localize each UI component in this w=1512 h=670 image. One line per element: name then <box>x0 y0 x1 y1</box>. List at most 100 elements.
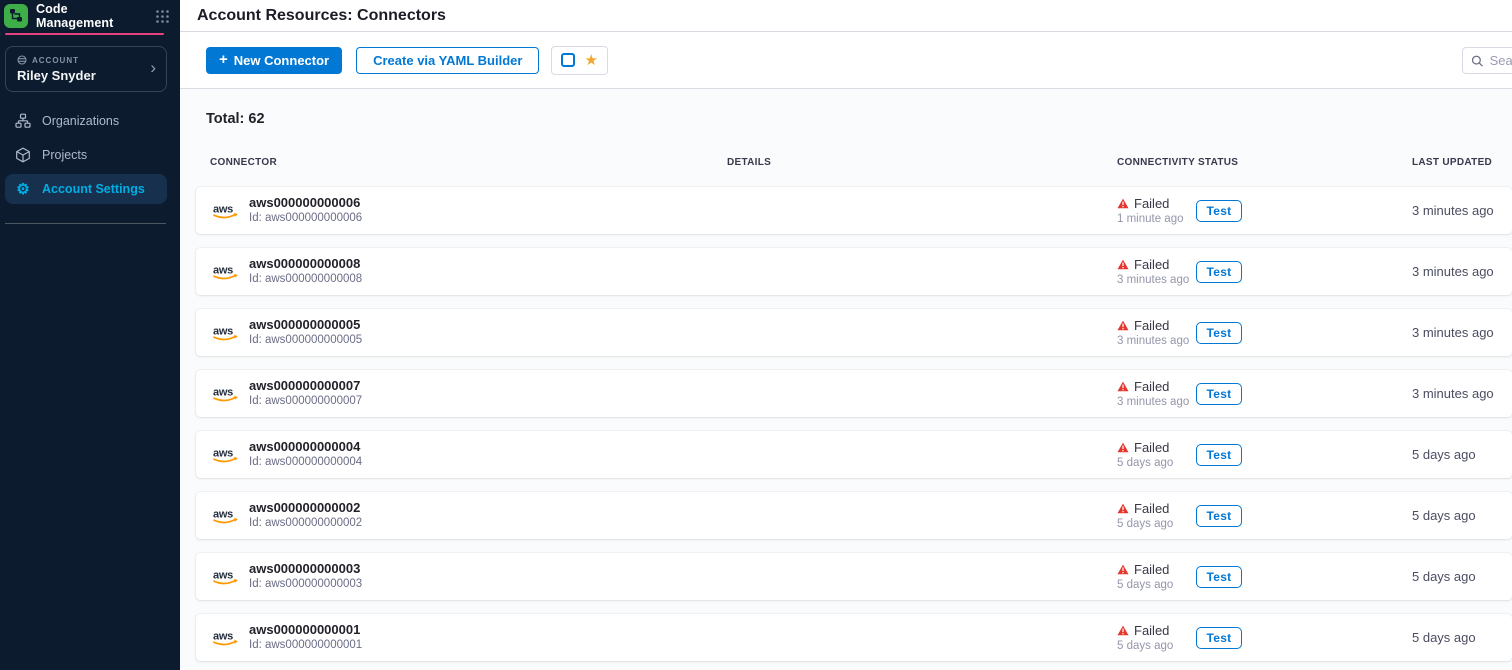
sidebar-item-account-settings[interactable]: ⚙ Account Settings <box>5 174 167 204</box>
connector-name: aws000000000001 <box>249 623 362 638</box>
gear-icon: ⚙ <box>15 181 31 197</box>
sidebar-item-organizations[interactable]: Organizations <box>5 106 167 136</box>
connector-text: aws000000000006 Id: aws000000000006 <box>249 196 362 226</box>
failed-warning-icon <box>1117 625 1129 636</box>
table-row[interactable]: aws aws000000000007 Id: aws000000000007 … <box>196 370 1512 417</box>
table-row[interactable]: aws aws000000000003 Id: aws000000000003 … <box>196 553 1512 600</box>
connector-id: Id: aws000000000006 <box>249 211 362 226</box>
table-row[interactable]: aws aws000000000004 Id: aws000000000004 … <box>196 431 1512 478</box>
search-input[interactable] <box>1490 53 1512 68</box>
test-cell: Test <box>1196 383 1412 405</box>
sidebar-item-projects[interactable]: Projects <box>5 140 167 170</box>
last-updated: 3 minutes ago <box>1412 264 1512 279</box>
sidebar-item-label: Account Settings <box>42 182 145 196</box>
svg-text:aws: aws <box>213 569 233 581</box>
failed-warning-icon <box>1117 503 1129 514</box>
star-icon[interactable]: ★ <box>584 53 597 68</box>
column-header-last-updated: LAST UPDATED <box>1412 157 1512 170</box>
connector-name: aws000000000008 <box>249 257 362 272</box>
aws-icon: aws <box>212 629 240 647</box>
connector-text: aws000000000001 Id: aws000000000001 <box>249 623 362 653</box>
table-row[interactable]: aws aws000000000008 Id: aws000000000008 … <box>196 248 1512 295</box>
status-label: Failed <box>1134 257 1169 272</box>
table-row[interactable]: aws aws000000000001 Id: aws000000000001 … <box>196 614 1512 661</box>
account-label: ACCOUNT <box>32 56 79 65</box>
favorites-checkbox[interactable] <box>561 53 575 67</box>
last-updated: 5 days ago <box>1412 447 1512 462</box>
connector-id: Id: aws000000000007 <box>249 394 362 409</box>
svg-text:aws: aws <box>213 325 233 337</box>
aws-icon: aws <box>212 385 240 403</box>
status-label: Failed <box>1134 318 1169 333</box>
status-cell: Failed 1 minute ago <box>1117 196 1196 225</box>
test-button[interactable]: Test <box>1196 200 1242 222</box>
search-icon <box>1471 54 1484 68</box>
connector-id: Id: aws000000000008 <box>249 272 362 287</box>
test-button[interactable]: Test <box>1196 566 1242 588</box>
account-selector[interactable]: ACCOUNT Riley Snyder › <box>5 46 167 92</box>
app-title: Code Management <box>36 2 147 30</box>
page-title: Account Resources: Connectors <box>197 7 446 25</box>
status-cell: Failed 5 days ago <box>1117 440 1196 469</box>
table-row[interactable]: aws aws000000000006 Id: aws000000000006 … <box>196 187 1512 234</box>
aws-icon: aws <box>212 324 240 342</box>
connector-cell: aws aws000000000008 Id: aws000000000008 <box>212 257 727 287</box>
test-cell: Test <box>1196 200 1412 222</box>
app-grid-icon[interactable] <box>155 9 170 24</box>
connector-id: Id: aws000000000002 <box>249 516 362 531</box>
test-button[interactable]: Test <box>1196 627 1242 649</box>
svg-text:aws: aws <box>213 630 233 642</box>
status-time: 1 minute ago <box>1117 213 1196 225</box>
connector-cell: aws aws000000000003 Id: aws000000000003 <box>212 562 727 592</box>
status-time: 5 days ago <box>1117 457 1196 469</box>
test-button[interactable]: Test <box>1196 322 1242 344</box>
status-cell: Failed 5 days ago <box>1117 562 1196 591</box>
connector-cell: aws aws000000000007 Id: aws000000000007 <box>212 379 727 409</box>
chevron-right-icon: › <box>150 59 156 76</box>
connector-id: Id: aws000000000004 <box>249 455 362 470</box>
new-connector-button[interactable]: + New Connector <box>206 47 342 74</box>
cube-icon <box>15 147 31 163</box>
connector-id: Id: aws000000000001 <box>249 638 362 653</box>
last-updated: 3 minutes ago <box>1412 386 1512 401</box>
test-cell: Test <box>1196 444 1412 466</box>
last-updated: 3 minutes ago <box>1412 203 1512 218</box>
test-button[interactable]: Test <box>1196 505 1242 527</box>
connector-text: aws000000000004 Id: aws000000000004 <box>249 440 362 470</box>
favorites-filter-group: ★ <box>551 46 607 75</box>
test-cell: Test <box>1196 566 1412 588</box>
connector-cell: aws aws000000000001 Id: aws000000000001 <box>212 623 727 653</box>
sidebar-divider <box>5 223 166 224</box>
connector-name: aws000000000003 <box>249 562 362 577</box>
aws-icon: aws <box>212 263 240 281</box>
test-button[interactable]: Test <box>1196 383 1242 405</box>
last-updated: 5 days ago <box>1412 630 1512 645</box>
last-updated: 5 days ago <box>1412 569 1512 584</box>
account-scope-icon <box>17 55 27 65</box>
status-cell: Failed 5 days ago <box>1117 501 1196 530</box>
test-button[interactable]: Test <box>1196 261 1242 283</box>
connectors-content: Total: 62 CONNECTOR DETAILS CONNECTIVITY… <box>180 89 1512 670</box>
test-cell: Test <box>1196 261 1412 283</box>
connector-cell: aws aws000000000004 Id: aws000000000004 <box>212 440 727 470</box>
status-cell: Failed 3 minutes ago <box>1117 379 1196 408</box>
status-label: Failed <box>1134 562 1169 577</box>
connector-text: aws000000000007 Id: aws000000000007 <box>249 379 362 409</box>
connector-name: aws000000000006 <box>249 196 362 211</box>
create-via-yaml-builder-button[interactable]: Create via YAML Builder <box>356 47 539 74</box>
test-button[interactable]: Test <box>1196 444 1242 466</box>
connector-name: aws000000000002 <box>249 501 362 516</box>
plus-icon: + <box>219 52 228 67</box>
connector-name: aws000000000007 <box>249 379 362 394</box>
table-row[interactable]: aws aws000000000005 Id: aws000000000005 … <box>196 309 1512 356</box>
toolbar: + New Connector Create via YAML Builder … <box>180 32 1512 89</box>
failed-warning-icon <box>1117 442 1129 453</box>
connector-id: Id: aws000000000005 <box>249 333 362 348</box>
aws-icon: aws <box>212 568 240 586</box>
svg-text:aws: aws <box>213 447 233 459</box>
sidebar: Code Management ACCOUNT Riley Snyder › <box>0 0 180 670</box>
status-cell: Failed 5 days ago <box>1117 623 1196 652</box>
table-row[interactable]: aws aws000000000002 Id: aws000000000002 … <box>196 492 1512 539</box>
connector-id: Id: aws000000000003 <box>249 577 362 592</box>
status-time: 5 days ago <box>1117 640 1196 652</box>
